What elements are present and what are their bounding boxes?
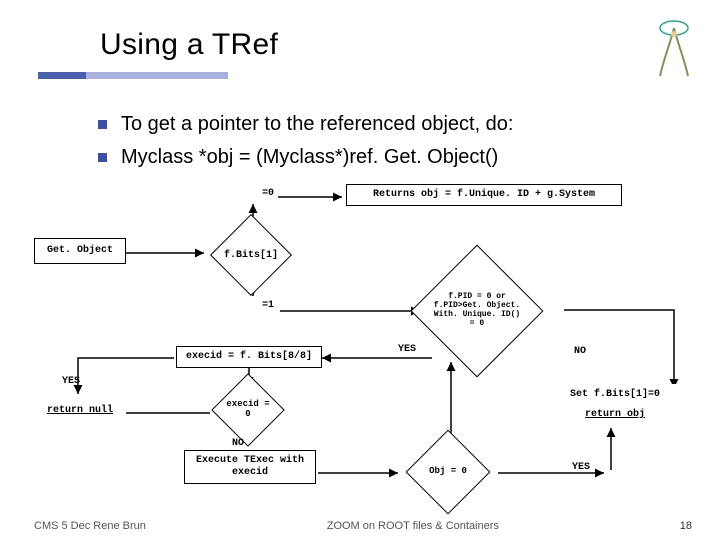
slide: Using a TRef To get a pointer to the ref… xyxy=(0,0,720,540)
arrow xyxy=(126,248,210,258)
label-yes-left: YES xyxy=(62,376,80,387)
label-no-execid: NO xyxy=(232,438,244,449)
list-item: To get a pointer to the referenced objec… xyxy=(98,110,513,139)
page-number: 18 xyxy=(680,520,692,532)
footer: CMS 5 Dec Rene Brun ZOOM on ROOT files &… xyxy=(34,520,692,532)
node-set-fbits: Set f.Bits[1]=0 xyxy=(554,384,676,406)
bullet-text: Myclass *obj = (Myclass*)ref. Get. Objec… xyxy=(121,143,498,172)
node-return-null: return null xyxy=(34,400,126,422)
arrow xyxy=(278,192,348,202)
footer-left: CMS 5 Dec Rene Brun xyxy=(34,520,146,532)
node-obj-zero-label: Obj = 0 xyxy=(419,443,477,501)
bullet-icon xyxy=(98,120,107,129)
footer-center: ZOOM on ROOT files & Containers xyxy=(327,520,499,532)
node-execid-zero-label: execid = 0 xyxy=(223,385,273,435)
page-title: Using a TRef xyxy=(100,28,278,62)
node-fbits-decision: f.Bits[1] xyxy=(210,214,292,296)
label-no-fpid: NO xyxy=(574,346,586,357)
node-fbits-label: f.Bits[1] xyxy=(223,227,279,283)
bullet-list: To get a pointer to the referenced objec… xyxy=(98,110,513,176)
list-item: Myclass *obj = (Myclass*)ref. Get. Objec… xyxy=(98,143,513,172)
arrow xyxy=(318,353,436,363)
node-execid-zero-decision: execid = 0 xyxy=(211,373,285,447)
node-execid-bits: execid = f. Bits[8/8] xyxy=(176,346,322,368)
accent-bar xyxy=(38,72,228,79)
label-yes-fpid: YES xyxy=(398,344,416,355)
arrow xyxy=(606,424,616,474)
logo-image xyxy=(650,14,698,78)
node-return-obj: return obj xyxy=(566,404,664,426)
bullet-text: To get a pointer to the referenced objec… xyxy=(121,110,513,139)
node-execute-texec: Execute TExec with execid xyxy=(184,450,316,484)
label-yes-objzero: YES xyxy=(572,462,590,473)
node-fpid-label: f.PID = 0 or f.PID>Get. Object. With. Un… xyxy=(431,265,523,357)
node-returns-obj: Returns obj = f.Unique. ID + g.System xyxy=(346,184,622,206)
label-eq0: =0 xyxy=(262,188,274,199)
arrow xyxy=(498,468,610,478)
arrow xyxy=(78,354,178,434)
arrow xyxy=(280,306,426,316)
label-eq1: =1 xyxy=(262,300,274,311)
bullet-icon xyxy=(98,153,107,162)
flowchart: Get. Object f.Bits[1] =0 Returns obj = f… xyxy=(0,198,720,508)
arrow xyxy=(318,468,404,478)
node-obj-zero-decision: Obj = 0 xyxy=(406,430,491,515)
node-getobject: Get. Object xyxy=(34,238,126,264)
